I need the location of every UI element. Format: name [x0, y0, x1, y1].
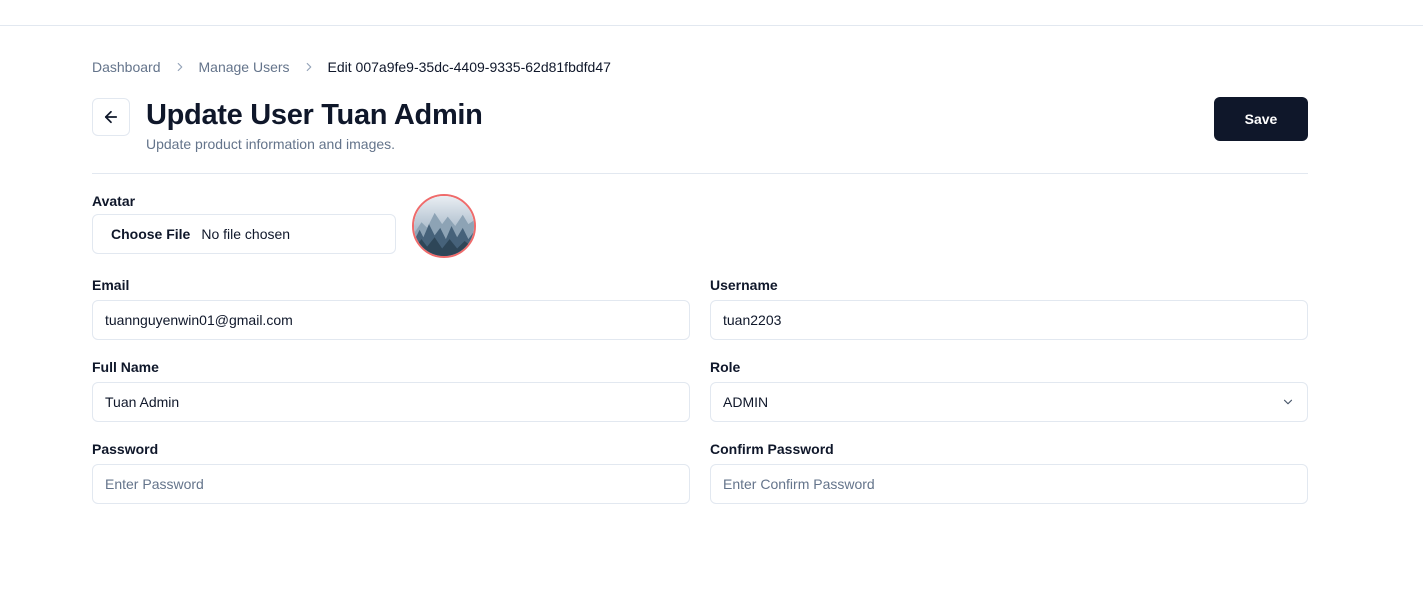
- email-field[interactable]: [92, 300, 690, 340]
- full-name-label: Full Name: [92, 359, 159, 375]
- page-title: Update User Tuan Admin: [146, 99, 483, 131]
- arrow-left-icon: [102, 108, 120, 126]
- full-name-field[interactable]: [92, 382, 690, 422]
- avatar: [412, 194, 476, 258]
- divider: [92, 173, 1308, 174]
- avatar-file-input[interactable]: Choose File No file chosen: [92, 214, 396, 254]
- role-select[interactable]: ADMIN: [710, 382, 1308, 422]
- top-bar: [0, 0, 1423, 26]
- username-input[interactable]: [723, 312, 1295, 328]
- password-label: Password: [92, 441, 159, 457]
- role-selected-value: ADMIN: [723, 394, 769, 410]
- breadcrumb: Dashboard Manage Users Edit 007a9fe9-35d…: [92, 58, 611, 76]
- email-label: Email: [92, 277, 130, 293]
- password-input[interactable]: [105, 476, 677, 492]
- chevron-right-icon: [173, 60, 187, 74]
- back-button[interactable]: [92, 98, 130, 136]
- full-name-input[interactable]: [105, 394, 677, 410]
- chevron-down-icon: [1281, 395, 1295, 409]
- password-field[interactable]: [92, 464, 690, 504]
- chevron-right-icon: [302, 60, 316, 74]
- confirm-password-label: Confirm Password: [710, 441, 834, 457]
- username-field[interactable]: [710, 300, 1308, 340]
- choose-file-button[interactable]: Choose File: [111, 226, 190, 242]
- save-button[interactable]: Save: [1214, 97, 1308, 141]
- avatar-label: Avatar: [92, 193, 136, 209]
- confirm-password-input[interactable]: [723, 476, 1295, 492]
- role-label: Role: [710, 359, 741, 375]
- username-label: Username: [710, 277, 778, 293]
- email-input[interactable]: [105, 312, 677, 328]
- breadcrumb-manage-users[interactable]: Manage Users: [199, 59, 290, 75]
- breadcrumb-dashboard[interactable]: Dashboard: [92, 59, 161, 75]
- breadcrumb-current: Edit 007a9fe9-35dc-4409-9335-62d81fbdfd4…: [327, 59, 611, 75]
- confirm-password-field[interactable]: [710, 464, 1308, 504]
- page-subtitle: Update product information and images.: [146, 136, 396, 152]
- file-status: No file chosen: [201, 226, 291, 242]
